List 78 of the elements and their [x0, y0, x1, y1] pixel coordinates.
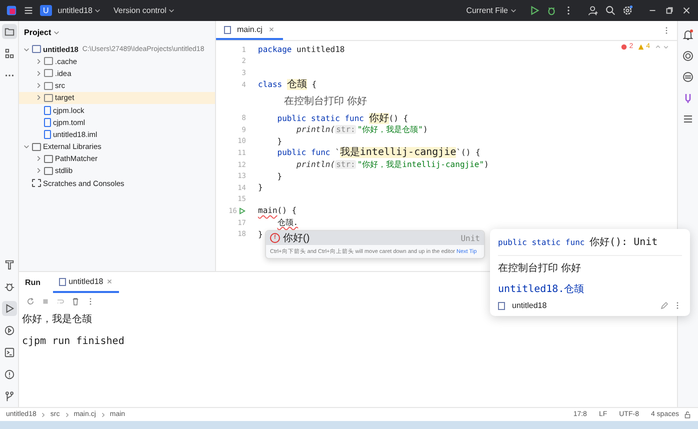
editor-tab[interactable]: main.cj [216, 21, 284, 40]
module-name: untitled18 [512, 301, 547, 310]
code-line: main() { [258, 205, 297, 216]
folder-icon [4, 26, 14, 37]
file-icon [58, 278, 66, 286]
search-icon[interactable] [605, 5, 616, 16]
code-line: } [276, 136, 282, 147]
run-configuration-selector[interactable]: Current File [466, 6, 517, 15]
lock-icon[interactable] [683, 410, 692, 419]
run-icon[interactable] [529, 5, 540, 16]
chevron-down-icon [168, 7, 176, 14]
error-icon [621, 44, 628, 50]
tool-window-button[interactable] [2, 301, 16, 316]
console-output-line: cjpm run finished [22, 336, 126, 348]
code-line: 仓颉. [276, 217, 298, 228]
chevron-right-icon[interactable] [35, 94, 42, 102]
run-tab[interactable]: untitled18 [52, 272, 120, 293]
chevron-up-icon[interactable] [655, 44, 661, 50]
project-view-selector[interactable]: Project [24, 28, 60, 36]
rerun-icon[interactable] [26, 297, 35, 306]
chevron-down-icon [53, 28, 60, 36]
bug-icon[interactable] [546, 5, 557, 16]
menu-icon[interactable] [23, 5, 34, 16]
chevron-down-icon[interactable] [23, 143, 30, 150]
close-icon[interactable] [681, 5, 692, 16]
module-folder-icon [32, 45, 41, 54]
console-output-line: 你好，我是仓颉 [22, 312, 93, 324]
warning-icon [638, 44, 644, 50]
chevron-down-icon[interactable] [663, 44, 669, 50]
file-icon [224, 26, 231, 34]
project-switcher[interactable]: untitled18 [58, 6, 102, 15]
trash-icon[interactable] [71, 297, 80, 306]
app-logo-icon [6, 5, 17, 16]
warning-icon [4, 369, 14, 380]
module-icon [498, 302, 505, 310]
restore-icon[interactable] [664, 5, 675, 16]
function-signature: public static func 你好(): Unit [498, 235, 682, 256]
code-line: public static func 你好() { [276, 112, 408, 124]
code-line: println(str: "你好，我是intellij-cangjie") [296, 159, 489, 170]
chevron-right-icon [40, 412, 46, 418]
scratch-icon [32, 179, 41, 188]
version-control-menu[interactable]: Version control [113, 6, 176, 15]
terminal-icon [4, 347, 14, 358]
code-line: class 仓颉 { [258, 79, 317, 90]
run-icon [4, 303, 14, 314]
chevron-right-icon[interactable] [35, 58, 42, 65]
code-line: } [258, 182, 263, 194]
chevron-right-icon[interactable] [35, 70, 42, 77]
list-icon[interactable] [682, 113, 694, 125]
build-icon [4, 259, 14, 270]
play-circle-icon [4, 325, 14, 336]
chevron-down-icon [510, 7, 517, 14]
code-line: package untitled18 [258, 44, 345, 56]
code-line: public func `我是intellij-cangjie`() { [276, 147, 480, 158]
project-badge: U [40, 5, 52, 16]
chevron-right-icon [100, 412, 106, 418]
code-line: } [258, 228, 263, 240]
doc-description: 在控制台打印 你好 [498, 262, 582, 276]
bell-icon[interactable] [682, 29, 694, 41]
tool-window-button[interactable] [2, 24, 16, 39]
chevron-right-icon[interactable] [35, 82, 42, 90]
settings-icon[interactable] [622, 5, 633, 16]
rendered-doc-comment: 在控制台打印 你好 [284, 94, 367, 108]
chevron-down-icon[interactable] [23, 46, 30, 53]
chevron-right-icon [64, 412, 70, 418]
chevron-right-icon[interactable] [35, 155, 42, 162]
code-line: println(str: "你好，我是仓颉") [296, 124, 428, 136]
pencil-icon[interactable] [660, 301, 669, 310]
code-line: } [276, 170, 282, 182]
run-gutter-icon[interactable] [238, 206, 246, 215]
branch-icon [4, 391, 14, 402]
declaration-location: untitled18.仓颉 [498, 283, 586, 297]
structure-icon [4, 48, 14, 59]
chevron-right-icon[interactable] [35, 167, 42, 174]
chevron-down-icon [94, 7, 102, 14]
bug-icon [4, 281, 14, 292]
run-panel-title: Run [25, 278, 41, 287]
add-user-icon[interactable] [588, 5, 599, 16]
